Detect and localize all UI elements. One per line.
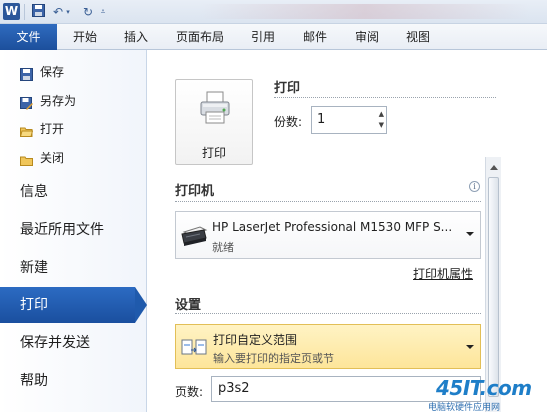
close-folder-icon [20,151,33,166]
pages-value: p3s2 [218,381,250,396]
divider [175,313,481,314]
copies-label: 份数: [274,115,303,129]
customize-qa-icon[interactable]: ⩡ [98,4,108,20]
tab-mailings[interactable]: 邮件 [293,24,337,50]
word-app-icon[interactable]: W [3,3,20,20]
active-arrow [135,287,147,323]
site-watermark: 45IT.com 电脑软硬件应用网 [428,376,547,412]
chevron-down-icon[interactable] [466,345,474,349]
divider [175,201,481,202]
spin-down-icon[interactable]: ▼ [379,121,384,129]
nav-info[interactable]: 信息 [0,174,147,210]
printer-device-icon [180,224,208,251]
title-bar: W ↶ ▾ ↻ ⩡ [0,0,547,24]
save-as-icon [20,94,33,110]
tab-page-layout[interactable]: 页面布局 [166,24,234,50]
pages-label: 页数: [175,385,204,399]
print-pane: 打印 打印 份数: 1 ▲ ▼ 打印机 i HP LaserJet Profes… [148,50,547,412]
nav-print[interactable]: 打印 [0,287,147,323]
save-icon[interactable] [30,4,46,20]
scroll-thumb[interactable] [488,177,499,397]
nav-open[interactable]: 打开 [0,117,147,141]
watermark-logo: 45IT.com [436,376,532,400]
chevron-down-icon[interactable] [466,232,474,236]
vertical-scrollbar[interactable] [485,157,501,412]
undo-dropdown-icon[interactable]: ▾ [64,4,72,20]
nav-save[interactable]: 保存 [0,60,147,84]
spin-up-icon[interactable]: ▲ [379,110,384,118]
settings-section-title: 设置 [175,298,202,313]
nav-help[interactable]: 帮助 [0,363,147,399]
nav-save-as-label: 另存为 [40,94,77,108]
print-button-label: 打印 [201,146,226,160]
printer-section-title: 打印机 [175,184,215,199]
tab-view[interactable]: 视图 [397,24,439,50]
redo-icon[interactable]: ↻ [80,4,96,20]
nav-save-send[interactable]: 保存并发送 [0,325,147,361]
print-button[interactable]: 打印 [175,79,253,165]
nav-new[interactable]: 新建 [0,250,147,286]
nav-recent[interactable]: 最近所用文件 [0,212,147,248]
print-section-title: 打印 [274,81,301,96]
qa-separator [24,4,25,20]
watermark-subtitle: 电脑软硬件应用网 [428,403,501,412]
printer-icon [200,91,230,128]
printer-status: 就绪 [212,241,234,254]
custom-range-icon [181,335,207,362]
scroll-up-icon[interactable] [490,165,498,170]
tab-insert[interactable]: 插入 [114,24,158,50]
print-range-dropdown[interactable]: 打印自定义范围 输入要打印的指定页或节 [175,324,481,369]
info-icon[interactable]: i [469,181,480,192]
nav-open-label: 打开 [40,122,65,136]
divider [274,97,496,98]
window-title-area [200,4,530,19]
copies-value: 1 [317,112,326,127]
printer-dropdown[interactable]: HP LaserJet Professional M1530 MFP S... … [175,211,481,259]
save-icon [20,65,33,81]
range-title: 打印自定义范围 [213,333,298,347]
nav-print-label: 打印 [20,297,48,313]
tab-home[interactable]: 开始 [62,24,108,50]
nav-save-as[interactable]: 另存为 [0,89,147,113]
tab-references[interactable]: 引用 [242,24,284,50]
backstage-nav: 保存 另存为 打开 关闭 信息 最近所用文件 新建 打印 保存并发送 帮助 [0,50,147,412]
tab-review[interactable]: 审阅 [346,24,388,50]
nav-save-label: 保存 [40,65,65,79]
range-subtitle: 输入要打印的指定页或节 [213,352,334,365]
ribbon-tabs: 文件 开始 插入 页面布局 引用 邮件 审阅 视图 [0,24,547,50]
open-folder-icon [19,122,34,137]
nav-close[interactable]: 关闭 [0,146,147,170]
nav-close-label: 关闭 [40,151,65,165]
printer-properties-link[interactable]: 打印机属性 [413,265,473,282]
copies-stepper[interactable]: 1 ▲ ▼ [311,106,387,134]
printer-name: HP LaserJet Professional M1530 MFP S... [212,220,453,234]
tab-file[interactable]: 文件 [0,24,57,50]
